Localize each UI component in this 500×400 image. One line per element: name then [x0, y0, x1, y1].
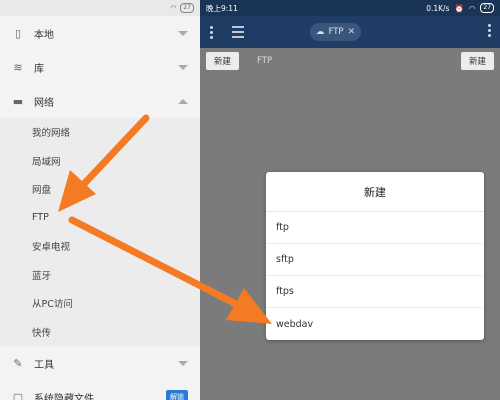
tab-label: FTP	[328, 27, 344, 37]
network-sub-lan[interactable]: 局域网	[0, 147, 200, 176]
status-time: 晚上9:11	[206, 3, 238, 13]
alarm-icon: ⏰	[454, 3, 464, 13]
battery-badge: 27	[180, 3, 194, 13]
network-speed: 0.1K/s	[426, 3, 450, 13]
cloud-icon: ☁	[316, 27, 325, 37]
left-status-bar: ◠ 27	[0, 0, 200, 16]
new-button-right[interactable]: 新建	[460, 52, 494, 70]
chevron-down-icon[interactable]	[178, 360, 188, 366]
wrench-icon: ✎	[13, 356, 23, 370]
menu-icon[interactable]	[232, 26, 244, 38]
network-sub-android-tv[interactable]: 安卓电视	[0, 232, 200, 261]
right-status-bar: 晚上9:11 0.1K/s ⏰ ◠ 27	[200, 0, 500, 16]
unlock-badge[interactable]: 解锁	[166, 390, 188, 400]
file-icon: ▢	[12, 390, 24, 400]
drawer-item-hidden-files[interactable]: ▢ 系统隐藏文件 解锁	[0, 380, 200, 400]
network-sub-pc-access[interactable]: 从PC访问	[0, 289, 200, 318]
drawer-item-label: 工具	[34, 359, 54, 371]
wifi-icon: ◠	[170, 4, 177, 12]
app-topbar: ☁ FTP ✕	[200, 16, 500, 48]
network-sub-ftp[interactable]: FTP	[0, 204, 200, 233]
new-connection-dialog: 新建 ftp sftp ftps webdav	[266, 172, 484, 340]
more-vert-icon[interactable]	[484, 24, 494, 37]
app-toolbar: 新建 FTP 新建	[200, 48, 500, 74]
phone-icon: ▯	[14, 26, 22, 40]
drawer-menu: ▯ 本地 ≋ 库 ▬ 网络 我的网络 局域网 网盘 FTP 安卓电视 蓝牙 从P…	[0, 16, 200, 400]
network-sub-bluetooth[interactable]: 蓝牙	[0, 261, 200, 290]
drawer-screenshot: ◠ 27 ▯ 本地 ≋ 库 ▬ 网络 我的网络 局域网 网盘 FTP 安卓电视 …	[0, 0, 200, 400]
network-sub-cloud[interactable]: 网盘	[0, 175, 200, 204]
layers-icon: ≋	[13, 60, 23, 74]
drawer-item-label: 库	[34, 63, 44, 75]
drawer-item-library[interactable]: ≋ 库	[0, 50, 200, 84]
dialog-option-sftp[interactable]: sftp	[266, 244, 484, 276]
network-submenu: 我的网络 局域网 网盘 FTP 安卓电视 蓝牙 从PC访问 快传	[0, 118, 200, 346]
chevron-down-icon[interactable]	[178, 64, 188, 70]
chevron-down-icon[interactable]	[178, 30, 188, 36]
dialog-title: 新建	[266, 172, 484, 212]
drawer-item-label: 系统隐藏文件	[34, 393, 94, 400]
close-icon[interactable]: ✕	[348, 27, 356, 37]
dialog-option-ftps[interactable]: ftps	[266, 276, 484, 308]
dialog-option-ftp[interactable]: ftp	[266, 212, 484, 244]
network-sub-my-network[interactable]: 我的网络	[0, 118, 200, 147]
dialog-option-webdav[interactable]: webdav	[266, 308, 484, 340]
more-vert-icon[interactable]	[206, 25, 216, 39]
network-icon: ▬	[12, 94, 24, 108]
path-breadcrumb: FTP	[257, 56, 273, 66]
battery-badge: 27	[480, 3, 494, 13]
drawer-item-label: 网络	[34, 97, 54, 109]
drawer-item-network[interactable]: ▬ 网络	[0, 84, 200, 118]
drawer-item-local[interactable]: ▯ 本地	[0, 16, 200, 50]
network-sub-quick-send[interactable]: 快传	[0, 318, 200, 347]
new-button[interactable]: 新建	[206, 52, 240, 70]
wifi-icon: ◠	[468, 3, 476, 13]
drawer-item-tools[interactable]: ✎ 工具	[0, 346, 200, 380]
tab-ftp[interactable]: ☁ FTP ✕	[310, 23, 362, 41]
drawer-item-label: 本地	[34, 29, 54, 41]
chevron-up-icon[interactable]	[178, 98, 188, 104]
